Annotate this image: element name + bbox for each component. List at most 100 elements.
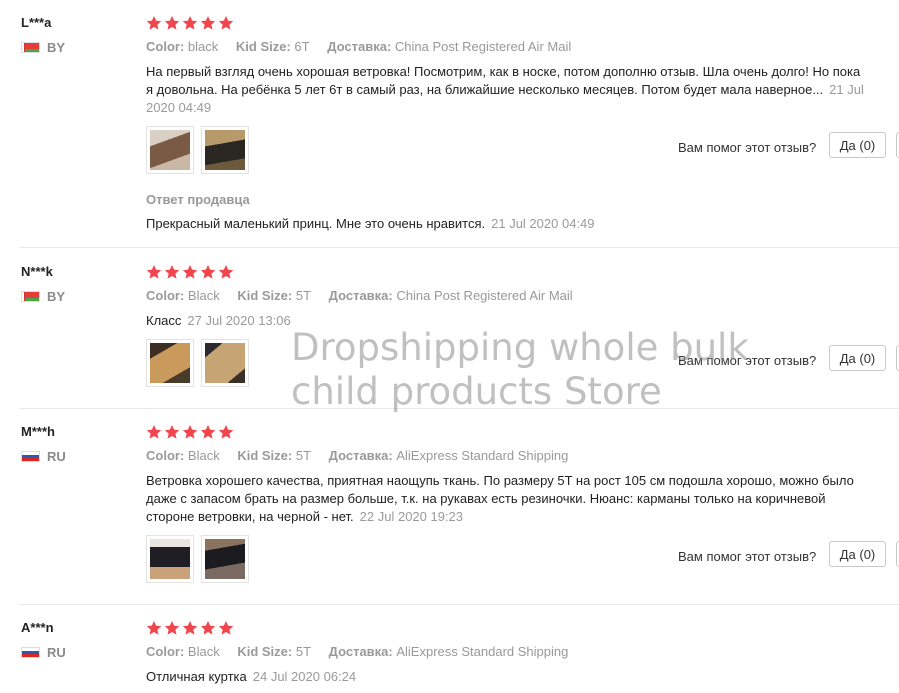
order-info: Color: Black Kid Size: 5T Доставка: Chin…: [146, 288, 587, 303]
helpful-yes-button[interactable]: Да (0): [829, 541, 886, 567]
review-date: 24 Jul 2020 06:24: [252, 669, 357, 684]
delivery-value: China Post Registered Air Mail: [396, 288, 573, 303]
belarus-flag-icon: [21, 291, 40, 302]
size-label: Kid Size:: [237, 288, 293, 303]
size-label: Kid Size:: [235, 39, 291, 54]
delivery-label: Доставка:: [327, 39, 392, 54]
star-icon: [146, 620, 162, 636]
star-icon: [146, 264, 162, 280]
star-icon: [218, 620, 234, 636]
star-icon: [146, 15, 162, 31]
star-icon: [200, 15, 216, 31]
star-icon: [200, 424, 216, 440]
size-value: 6T: [294, 39, 310, 54]
star-icon: [200, 620, 216, 636]
review-divider: [20, 408, 899, 409]
reviewer-name: N***k: [21, 264, 53, 279]
review-text: Класс 27 Jul 2020 13:06: [146, 312, 866, 330]
star-icon: [182, 620, 198, 636]
reviewer-country: BY: [21, 40, 65, 55]
order-info: Color: Black Kid Size: 5T Доставка: AliE…: [146, 644, 582, 659]
star-icon: [200, 264, 216, 280]
russia-flag-icon: [21, 647, 40, 658]
color-label: Color:: [146, 39, 185, 54]
reviewer-name: A***n: [21, 620, 54, 635]
star-rating: [146, 620, 234, 636]
star-rating: [146, 424, 234, 440]
country-code: RU: [47, 449, 66, 464]
review-photo[interactable]: [146, 535, 194, 583]
review-photo[interactable]: [201, 339, 249, 387]
reviewer-name: L***a: [21, 15, 52, 30]
country-code: RU: [47, 645, 66, 660]
review-text: На первый взгляд очень хорошая ветровка!…: [146, 63, 866, 117]
review-photos: [146, 126, 249, 174]
review-photo[interactable]: [146, 339, 194, 387]
color-label: Color:: [146, 288, 185, 303]
color-value: Black: [187, 644, 220, 659]
review-divider: [20, 247, 899, 248]
review-photos: [146, 535, 249, 583]
star-icon: [182, 264, 198, 280]
star-icon: [218, 424, 234, 440]
delivery-label: Доставка:: [328, 448, 393, 463]
review-body: На первый взгляд очень хорошая ветровка!…: [146, 64, 861, 97]
country-code: BY: [47, 289, 66, 304]
star-icon: [218, 264, 234, 280]
seller-reply: Прекрасный маленький принц. Мне это очен…: [146, 216, 595, 231]
color-value: black: [187, 39, 219, 54]
star-icon: [164, 264, 180, 280]
star-icon: [164, 620, 180, 636]
review-text: Отличная куртка 24 Jul 2020 06:24: [146, 668, 866, 686]
size-label: Kid Size:: [237, 448, 293, 463]
star-icon: [218, 15, 234, 31]
review-photo[interactable]: [201, 535, 249, 583]
helpful-question: Вам помог этот отзыв?: [678, 549, 817, 564]
delivery-label: Доставка:: [328, 288, 393, 303]
review-body: Ветровка хорошего качества, приятная нао…: [146, 473, 854, 524]
seller-reply-date: 21 Jul 2020 04:49: [491, 216, 595, 231]
delivery-value: AliExpress Standard Shipping: [396, 448, 569, 463]
seller-reply-text: Прекрасный маленький принц. Мне это очен…: [146, 216, 486, 231]
star-rating: [146, 264, 234, 280]
star-icon: [164, 15, 180, 31]
helpful-yes-button[interactable]: Да (0): [829, 132, 886, 158]
review-date: 27 Jul 2020 13:06: [187, 313, 291, 328]
order-info: Color: Black Kid Size: 5T Доставка: AliE…: [146, 448, 582, 463]
size-value: 5T: [295, 644, 312, 659]
review-photo[interactable]: [146, 126, 194, 174]
review-photo[interactable]: [201, 126, 249, 174]
review-body: Отличная куртка: [146, 669, 247, 684]
helpful-yes-button[interactable]: Да (0): [829, 345, 886, 371]
store-watermark: Dropshipping whole bulk child products S…: [291, 326, 749, 414]
star-rating: [146, 15, 234, 31]
helpful-question: Вам помог этот отзыв?: [678, 353, 817, 368]
review-text: Ветровка хорошего качества, приятная нао…: [146, 472, 866, 526]
reviewer-country: RU: [21, 449, 66, 464]
reviewer-country: RU: [21, 645, 66, 660]
delivery-label: Доставка:: [328, 644, 393, 659]
russia-flag-icon: [21, 451, 40, 462]
delivery-value: AliExpress Standard Shipping: [396, 644, 569, 659]
delivery-value: China Post Registered Air Mail: [394, 39, 572, 54]
review-divider: [20, 604, 899, 605]
star-icon: [146, 424, 162, 440]
size-value: 5T: [295, 288, 312, 303]
reviewer-name: M***h: [21, 424, 55, 439]
review-date: 22 Jul 2020 19:23: [359, 509, 464, 524]
belarus-flag-icon: [21, 42, 40, 53]
color-label: Color:: [146, 448, 185, 463]
star-icon: [164, 424, 180, 440]
seller-reply-title: Ответ продавца: [146, 192, 250, 207]
order-info: Color: black Kid Size: 6T Доставка: Chin…: [146, 39, 585, 54]
color-value: Black: [187, 288, 220, 303]
review-photos: [146, 339, 249, 387]
star-icon: [182, 15, 198, 31]
color-label: Color:: [146, 644, 185, 659]
size-value: 5T: [295, 448, 312, 463]
star-icon: [182, 424, 198, 440]
color-value: Black: [187, 448, 220, 463]
size-label: Kid Size:: [237, 644, 293, 659]
reviewer-country: BY: [21, 289, 65, 304]
country-code: BY: [47, 40, 66, 55]
